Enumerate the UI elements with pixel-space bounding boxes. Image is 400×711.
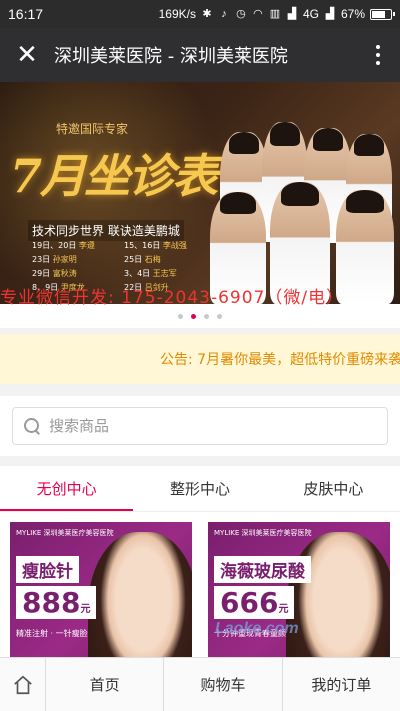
announcement-bar[interactable]: 公告: 7月暑你最美，超低特价重磅来袭	[0, 334, 400, 384]
search-section	[0, 396, 400, 456]
schedule-entry: 25日 石梅	[124, 255, 161, 264]
nav-my-orders[interactable]: 我的订单	[283, 658, 400, 711]
product-brand: MYLIKE 深圳美莱医疗美容医院	[214, 529, 312, 537]
page-title: 深圳美莱医院 - 深圳美莱医院	[54, 46, 288, 67]
tab-skin[interactable]: 皮肤中心	[267, 466, 400, 511]
tab-plastic-surgery[interactable]: 整形中心	[133, 466, 266, 511]
search-input[interactable]	[49, 417, 349, 435]
app-bar: ✕ 深圳美莱医院 - 深圳美莱医院	[0, 28, 400, 82]
product-price: 666元	[214, 586, 295, 619]
alarm-icon: ◷	[236, 8, 246, 20]
tab-noninvasive[interactable]: 无创中心	[0, 466, 134, 511]
nav-home[interactable]: 首页	[46, 658, 165, 711]
product-grid: MYLIKE 深圳美莱医疗美容医院 瘦脸针 888元 精准注射 · 一针瘦脸 M…	[0, 512, 400, 680]
home-icon[interactable]	[0, 658, 46, 711]
battery-percent: 67%	[340, 7, 365, 21]
carousel-dot[interactable]	[204, 313, 209, 319]
schedule-entry: 23日 孙家明	[32, 255, 77, 264]
contact-watermark: 专业微信开发: 175-2043-6907（微/电）	[0, 288, 345, 308]
status-time: 16:17	[8, 6, 44, 22]
network-speed: 169K/s	[158, 7, 196, 21]
schedule-entry: 15、16日 李战强	[124, 241, 187, 250]
wifi-icon: ◠	[253, 8, 263, 20]
banner-subline: 技术同步世界 联诀造美鹏城	[28, 220, 184, 241]
product-desc: 精准注射 · 一针瘦脸	[16, 629, 88, 638]
schedule-entry: 19日、20日 李遵	[32, 241, 95, 250]
search-box[interactable]	[12, 407, 388, 445]
product-brand: MYLIKE 深圳美莱医疗美容医院	[16, 529, 114, 537]
bluetooth-icon: ✱	[202, 8, 212, 20]
status-bar: 16:17 169K/s ✱ ♪ ◷ ◠ ▥ ▟ 4G ▟ 67%	[0, 0, 400, 28]
bottom-nav: 首页 购物车 我的订单	[0, 657, 400, 711]
mute-icon: ♪	[221, 8, 227, 20]
product-price: 888元	[16, 586, 97, 619]
banner-headline: 7月坐诊表	[10, 149, 218, 203]
site-logo-watermark: Laoke.com	[215, 620, 299, 637]
signal-icon-2: ▟	[325, 8, 335, 20]
nav-cart[interactable]: 购物车	[164, 658, 283, 711]
doctors-photo	[200, 82, 400, 304]
schedule-entry: 29日 富秋涛	[32, 269, 77, 278]
product-name: 海薇玻尿酸	[214, 556, 311, 583]
category-tabs: 无创中心 整形中心 皮肤中心	[0, 466, 400, 512]
status-icons: 169K/s ✱ ♪ ◷ ◠ ▥ ▟ 4G ▟ 67%	[158, 7, 395, 21]
banner-tag: 特邀国际专家	[56, 122, 129, 136]
signal-icon: ▟	[287, 8, 297, 20]
close-icon[interactable]: ✕	[12, 42, 42, 68]
search-icon	[23, 417, 41, 435]
promo-banner[interactable]: 特邀国际专家 7月坐诊表 技术同步世界 联诀造美鹏城 19日、20日 李遵 15…	[0, 82, 400, 304]
hd-icon: ▥	[269, 8, 281, 20]
battery-icon	[370, 8, 395, 20]
more-menu-icon[interactable]	[368, 45, 388, 65]
announcement-text: 公告: 7月暑你最美，超低特价重磅来袭	[160, 352, 400, 368]
product-name: 瘦脸针	[16, 556, 79, 583]
carousel-dot-active[interactable]	[191, 313, 196, 319]
carousel-dot[interactable]	[178, 313, 183, 319]
schedule-entry: 3、4日 王志军	[124, 269, 177, 278]
carousel-dot[interactable]	[217, 313, 222, 319]
network-type: 4G	[302, 7, 319, 21]
